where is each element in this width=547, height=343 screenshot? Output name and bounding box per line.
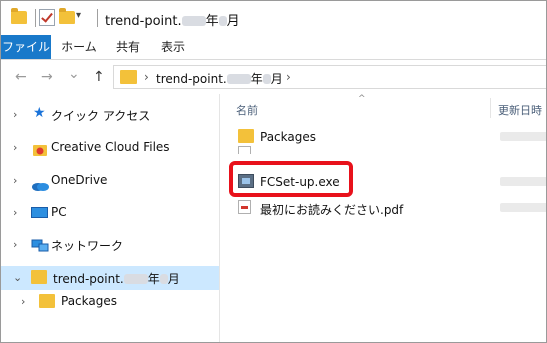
column-divider[interactable] xyxy=(490,98,491,118)
breadcrumb[interactable]: trend-point. 年月 xyxy=(156,70,283,87)
forward-button[interactable]: → xyxy=(41,69,53,85)
sort-indicator-icon: ^ xyxy=(358,94,366,104)
folder-icon xyxy=(120,70,137,84)
chevron-right-icon[interactable]: › xyxy=(13,141,17,154)
folder-icon xyxy=(39,294,55,308)
nav-item-label: Creative Cloud Files xyxy=(51,140,170,154)
blurred-date xyxy=(500,203,546,212)
list-item-hidden xyxy=(220,146,546,154)
new-folder-icon[interactable] xyxy=(59,8,75,24)
nav-item-label: クイック アクセス xyxy=(51,109,151,123)
blurred-text xyxy=(123,274,148,284)
star-icon: ★ xyxy=(33,105,46,121)
list-item[interactable]: 最初にお読みください.pdf xyxy=(220,198,546,218)
chevron-right-icon[interactable]: › xyxy=(13,174,17,187)
blurred-text xyxy=(262,74,271,84)
nav-item-onedrive[interactable]: › OneDrive xyxy=(1,169,219,193)
nav-item-network[interactable]: › ネットワーク xyxy=(1,233,219,257)
blurred-text xyxy=(218,16,227,26)
list-item[interactable]: Packages xyxy=(220,127,546,147)
file-icon xyxy=(238,146,251,154)
window-title: trend-point. 年月 xyxy=(105,14,240,29)
blurred-text xyxy=(159,274,168,284)
nav-item-pc[interactable]: › PC xyxy=(1,201,219,225)
folder-icon xyxy=(31,270,47,284)
creative-cloud-icon xyxy=(33,141,47,156)
tab-home[interactable]: ホーム xyxy=(55,35,103,59)
pdf-icon xyxy=(238,200,251,214)
chevron-down-icon[interactable]: ⌄ xyxy=(13,271,22,284)
chevron-right-icon[interactable]: › xyxy=(13,206,17,219)
column-header-name[interactable]: 名前 xyxy=(236,102,258,118)
chevron-right-icon[interactable]: › xyxy=(13,108,17,121)
nav-item-creative-cloud[interactable]: › Creative Cloud Files xyxy=(1,136,219,160)
back-button[interactable]: ← xyxy=(15,69,27,85)
pc-icon xyxy=(31,207,48,218)
explorer-window: ▾ trend-point. 年月 ファイル ホーム 共有 表示 ← → ⌄ ↑ … xyxy=(0,0,547,343)
highlight-box xyxy=(229,161,353,197)
blurred-text xyxy=(181,16,206,26)
nav-item-label: trend-point. 年月 xyxy=(53,272,180,286)
divider xyxy=(97,9,98,27)
up-button[interactable]: ↑ xyxy=(93,69,105,85)
navigation-bar: ← → ⌄ ↑ › trend-point. 年月 › xyxy=(1,60,546,94)
navigation-pane: › ★ クイック アクセス › Creative Cloud Files › O… xyxy=(1,94,220,342)
folder-icon xyxy=(11,8,27,24)
title-bar: ▾ trend-point. 年月 xyxy=(1,1,546,35)
address-bar[interactable]: › trend-point. 年月 › xyxy=(113,65,546,89)
nav-item-label: OneDrive xyxy=(51,173,108,187)
file-list: ^ 名前 更新日時 Packages FCSet-up.exe 最初にお読みくだ… xyxy=(220,94,546,342)
file-name: Packages xyxy=(260,130,316,144)
nav-item-label: ネットワーク xyxy=(51,239,124,253)
breadcrumb-separator[interactable]: › xyxy=(286,70,291,84)
properties-icon[interactable] xyxy=(39,9,55,26)
divider xyxy=(35,9,36,27)
chevron-right-icon[interactable]: › xyxy=(13,238,17,251)
tab-file[interactable]: ファイル xyxy=(1,35,51,59)
nav-item-quick-access[interactable]: › ★ クイック アクセス xyxy=(1,103,219,127)
tab-view[interactable]: 表示 xyxy=(153,35,193,59)
tab-share[interactable]: 共有 xyxy=(109,35,147,59)
nav-item-label: PC xyxy=(51,205,67,219)
breadcrumb-separator[interactable]: › xyxy=(144,70,149,84)
blurred-date xyxy=(500,132,546,141)
ribbon-tabs: ファイル ホーム 共有 表示 xyxy=(1,35,546,60)
nav-item-label: Packages xyxy=(61,294,117,308)
nav-item-packages[interactable]: › Packages xyxy=(1,290,219,314)
chevron-right-icon[interactable]: › xyxy=(21,295,25,308)
column-header-date[interactable]: 更新日時 xyxy=(498,102,542,118)
folder-icon xyxy=(238,129,254,143)
onedrive-cloud-icon xyxy=(31,176,49,191)
network-icon xyxy=(31,237,49,252)
quick-access-dropdown[interactable]: ▾ xyxy=(76,10,81,21)
nav-item-current-folder[interactable]: ⌄ trend-point. 年月 xyxy=(1,266,219,290)
blurred-date xyxy=(500,177,546,186)
blurred-text xyxy=(226,74,251,84)
file-name: 最初にお読みください.pdf xyxy=(260,203,404,217)
recent-locations-button[interactable]: ⌄ xyxy=(68,66,80,82)
